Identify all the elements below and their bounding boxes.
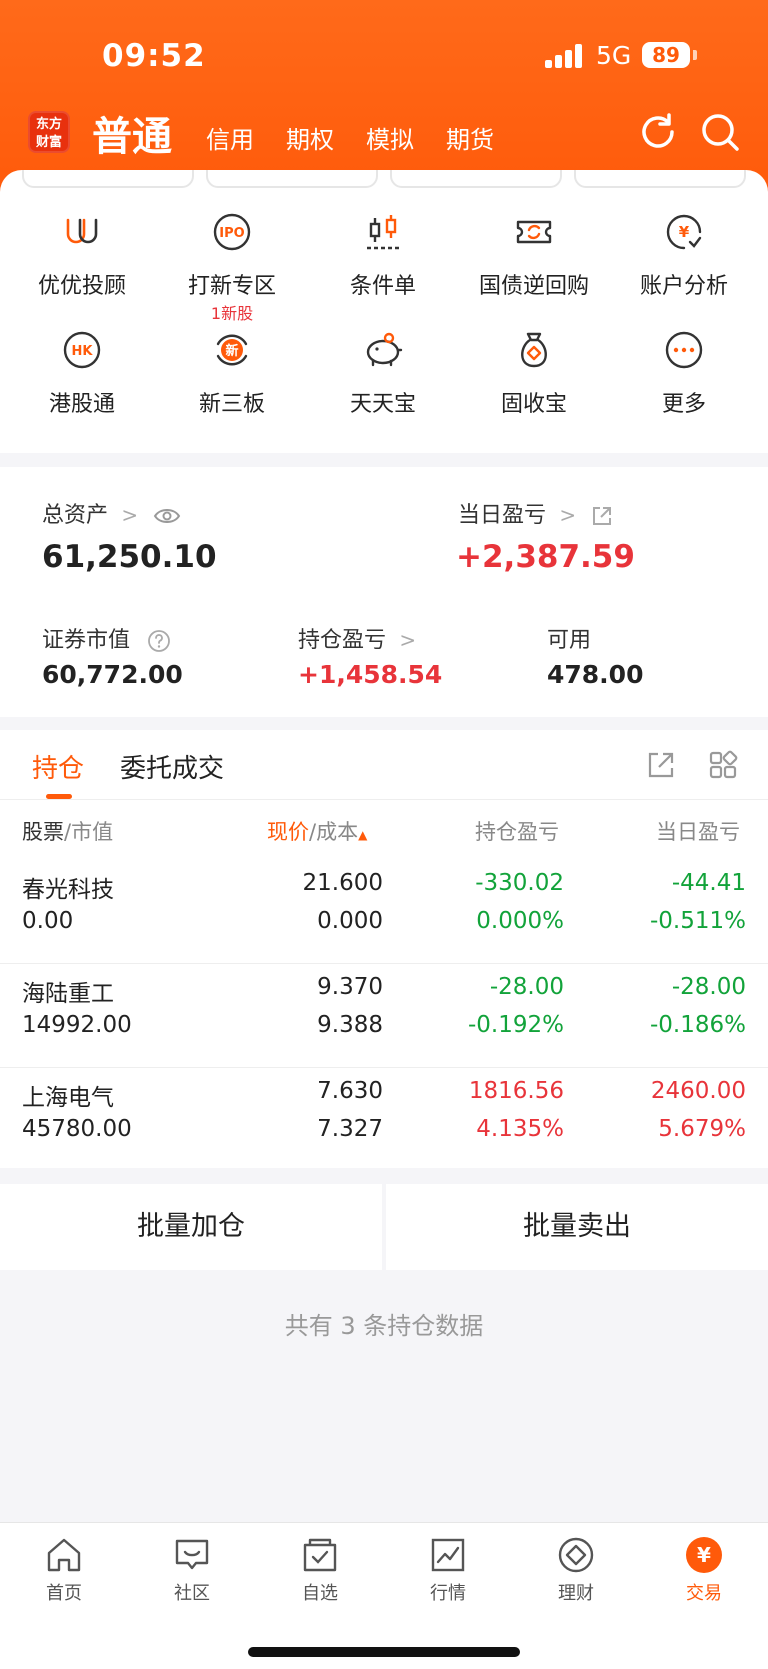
- signal-icon: [545, 44, 585, 68]
- chevron-right-icon: >: [553, 503, 577, 527]
- battery-icon: 89: [642, 42, 690, 68]
- candlestick-icon: [367, 215, 399, 250]
- home-icon: [47, 1538, 81, 1572]
- batch-add-button[interactable]: 批量加仓: [0, 1184, 382, 1270]
- chevron-right-icon: >: [393, 628, 417, 652]
- market-icon: [431, 1538, 465, 1572]
- asset-summary: 总资产 > 61,250.10 当日盈亏 > +2,387.59 证券市值 60…: [0, 467, 768, 717]
- eye-icon[interactable]: [153, 506, 181, 526]
- menu-item-new-third-board[interactable]: 新 新三板: [157, 288, 307, 417]
- column-position-pl[interactable]: 持仓盈亏: [475, 816, 559, 846]
- bottom-nav: 首页 社区 自选 行情 理财 ¥ 交易: [0, 1522, 768, 1669]
- daily-pl-value: +2,387.59: [456, 539, 635, 575]
- grid-view-icon[interactable]: [708, 750, 738, 780]
- refresh-icon[interactable]: [636, 110, 680, 154]
- menu-item-ipo[interactable]: IPO 打新专区 1新股: [157, 170, 307, 323]
- menu-item-conditional-order[interactable]: 条件单: [308, 170, 458, 299]
- available-value: 478.00: [547, 660, 644, 689]
- column-price-cost[interactable]: 现价/成本▲: [267, 816, 367, 846]
- daily-pl-link[interactable]: 当日盈亏 >: [458, 497, 613, 529]
- position-pl-value: +1,458.54: [298, 660, 443, 689]
- export-icon[interactable]: [646, 750, 676, 780]
- total-assets-link[interactable]: 总资产 >: [42, 497, 181, 529]
- home-indicator: [248, 1647, 520, 1657]
- nav-market[interactable]: 行情: [398, 1535, 498, 1605]
- nav-trade[interactable]: ¥ 交易: [654, 1535, 754, 1605]
- svg-text:新: 新: [225, 343, 238, 359]
- available-label: 可用: [547, 628, 592, 653]
- nav-home[interactable]: 首页: [14, 1535, 114, 1605]
- sort-icon: ▲: [358, 828, 368, 842]
- tab-orders[interactable]: 委托成交: [120, 748, 224, 785]
- ipo-icon: IPO: [213, 213, 251, 251]
- youyou-advisor-icon: [66, 218, 98, 244]
- community-icon: [175, 1539, 209, 1570]
- total-assets-value: 61,250.10: [42, 539, 217, 575]
- positions-panel: 持仓 委托成交 股票/市值 现价/成本▲ 持仓盈亏 当日盈亏 春光科技 0.00…: [0, 730, 768, 1168]
- tab-futures[interactable]: 期货: [446, 120, 494, 155]
- tab-holdings[interactable]: 持仓: [32, 748, 84, 785]
- svg-text:¥: ¥: [697, 1543, 711, 1567]
- share-icon[interactable]: [591, 505, 613, 527]
- menu-item-more[interactable]: 更多: [609, 288, 759, 417]
- more-icon: [665, 331, 703, 369]
- nav-wealth[interactable]: 理财: [526, 1535, 626, 1605]
- svg-text:HK: HK: [72, 344, 94, 359]
- function-menu: 优优投顾 IPO 打新专区 1新股 条件单 国债逆回购 ¥ 账户分析 HK 港股…: [0, 170, 768, 453]
- menu-item-account-analysis[interactable]: ¥ 账户分析: [609, 170, 759, 299]
- menu-item-hk-connect[interactable]: HK 港股通: [7, 288, 157, 417]
- menu-item-gushoubao[interactable]: 固收宝: [459, 288, 609, 417]
- menu-item-youyou-advisor[interactable]: 优优投顾: [7, 170, 157, 299]
- svg-text:¥: ¥: [679, 223, 690, 241]
- nav-watchlist[interactable]: 自选: [270, 1535, 370, 1605]
- menu-item-tiantianbao[interactable]: 天天宝: [308, 288, 458, 417]
- money-bag-icon: [521, 332, 547, 368]
- hk-icon: HK: [63, 331, 101, 369]
- table-row[interactable]: 海陆重工 14992.00 9.370 9.388 -28.00 -0.192%…: [0, 964, 768, 1068]
- search-icon[interactable]: [698, 110, 742, 154]
- new-third-board-icon: 新: [216, 334, 248, 366]
- tab-simulation[interactable]: 模拟: [366, 120, 414, 155]
- tab-options[interactable]: 期权: [286, 120, 334, 155]
- column-daily-pl[interactable]: 当日盈亏: [656, 816, 752, 846]
- positions-tabs: 持仓 委托成交: [0, 730, 768, 800]
- trade-icon: ¥: [686, 1537, 722, 1573]
- column-stock[interactable]: 股票/市值: [22, 816, 113, 846]
- position-pl-link[interactable]: 持仓盈亏 >: [298, 622, 416, 654]
- market-value: 60,772.00: [42, 660, 183, 689]
- help-icon[interactable]: [147, 629, 171, 653]
- table-row[interactable]: 上海电气 45780.00 7.630 7.327 1816.56 4.135%…: [0, 1068, 768, 1172]
- svg-text:IPO: IPO: [219, 226, 244, 241]
- market-value-label: 证券市值: [42, 622, 171, 654]
- account-analysis-icon: ¥: [666, 214, 702, 250]
- wealth-icon: [558, 1537, 594, 1573]
- bond-repo-icon: [516, 220, 552, 244]
- network-type: 5G: [596, 41, 632, 70]
- chevron-right-icon: >: [115, 503, 139, 527]
- status-time: 09:52: [102, 38, 206, 74]
- table-row[interactable]: 春光科技 0.00 21.600 0.000 -330.02 0.000% -4…: [0, 860, 768, 964]
- app-logo: 东方 财富: [28, 111, 70, 153]
- watchlist-icon: [303, 1538, 337, 1572]
- batch-sell-button[interactable]: 批量卖出: [386, 1184, 768, 1270]
- account-type-nav: 东方 财富 普通 信用 期权 模拟 期货: [0, 104, 768, 164]
- piggy-bank-icon: [366, 332, 403, 367]
- nav-community[interactable]: 社区: [142, 1535, 242, 1605]
- tab-normal[interactable]: 普通: [92, 104, 172, 162]
- status-bar: 09:52 5G 89: [0, 30, 768, 82]
- tab-credit[interactable]: 信用: [206, 120, 254, 155]
- positions-summary: 共有 3 条持仓数据: [284, 1312, 484, 1340]
- menu-item-bond-repo[interactable]: 国债逆回购: [459, 170, 609, 299]
